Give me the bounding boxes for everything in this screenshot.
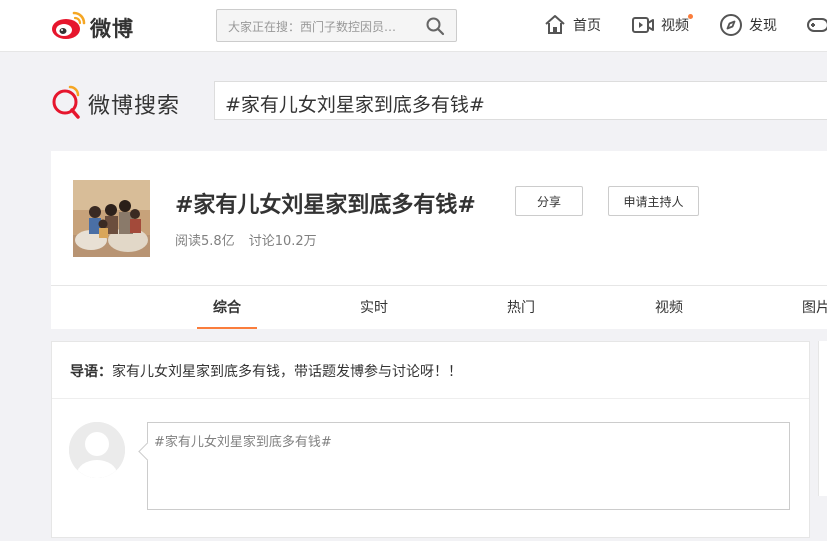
nav-item-game[interactable] <box>806 13 827 37</box>
video-icon <box>632 17 654 33</box>
nav-item-video-label: 视频 <box>661 18 689 34</box>
right-sidebar-edge <box>818 341 827 496</box>
read-count: 阅读5.8亿 <box>175 234 235 249</box>
tabs-divider <box>51 285 827 286</box>
home-icon <box>545 15 565 34</box>
search-logo-icon <box>52 85 80 119</box>
discussion-count: 讨论10.2万 <box>248 234 317 249</box>
notification-dot <box>688 14 693 19</box>
nav-item-discover-label: 发现 <box>749 18 777 34</box>
nav-item-home-label: 首页 <box>573 18 601 34</box>
weibo-logo-icon <box>52 11 86 39</box>
topic-stats: 阅读5.8亿 讨论10.2万 <box>175 230 331 249</box>
tab-video[interactable]: 视频 <box>639 285 699 329</box>
compass-icon <box>720 14 742 36</box>
topic-image[interactable] <box>73 180 150 257</box>
topic-title: #家有儿女刘星家到底多有钱# <box>175 193 476 218</box>
topic-card: #家有儿女刘星家到底多有钱# 分享 申请主持人 阅读5.8亿 讨论10.2万 综合… <box>51 151 827 329</box>
logo-text: 微博 <box>90 17 134 41</box>
weibo-search-logo[interactable]: 微博搜索 <box>50 84 179 120</box>
main-search-query: #家有儿女刘星家到底多有钱# <box>225 94 485 116</box>
top-nav: 微博 大家正在搜：西门子数控因员… 首页 视频 发现 <box>0 0 827 52</box>
tab-hot[interactable]: 热门 <box>491 285 551 329</box>
nav-search-placeholder: 大家正在搜：西门子数控因员… <box>228 20 397 34</box>
intro-divider <box>52 398 809 399</box>
nav-item-home[interactable]: 首页 <box>543 13 601 37</box>
weibo-logo[interactable]: 微博 <box>50 9 150 41</box>
nav-item-video[interactable]: 视频 <box>631 13 693 37</box>
game-icon <box>807 18 827 32</box>
nav-search-input[interactable]: 大家正在搜：西门子数控因员… <box>216 9 457 42</box>
lead-text: 家有儿女刘星家到底多有钱，带话题发博参与讨论呀！！ <box>112 364 462 380</box>
tab-images[interactable]: 图片 <box>786 285 827 329</box>
topic-photo <box>73 180 150 257</box>
search-icon[interactable] <box>425 16 445 36</box>
tab-comprehensive[interactable]: 综合 <box>197 285 257 329</box>
main-search-input[interactable]: #家有儿女刘星家到底多有钱# <box>214 81 827 120</box>
compose-text: #家有儿女刘星家到底多有钱# <box>154 435 332 450</box>
lead-label: 导语： <box>70 364 112 380</box>
intro-card: 导语：家有儿女刘星家到底多有钱，带话题发博参与讨论呀！！ #家有儿女刘星家到底多… <box>51 341 810 538</box>
avatar[interactable] <box>69 422 125 478</box>
default-avatar-icon <box>69 422 125 478</box>
topic-lead: 导语：家有儿女刘星家到底多有钱，带话题发博参与讨论呀！！ <box>70 361 462 381</box>
tab-realtime[interactable]: 实时 <box>344 285 404 329</box>
compose-textarea[interactable]: #家有儿女刘星家到底多有钱# <box>147 422 790 510</box>
share-button[interactable]: 分享 <box>515 186 583 216</box>
apply-host-button[interactable]: 申请主持人 <box>608 186 699 216</box>
search-logo-text: 微博搜索 <box>88 94 181 119</box>
nav-item-discover[interactable]: 发现 <box>719 13 777 37</box>
